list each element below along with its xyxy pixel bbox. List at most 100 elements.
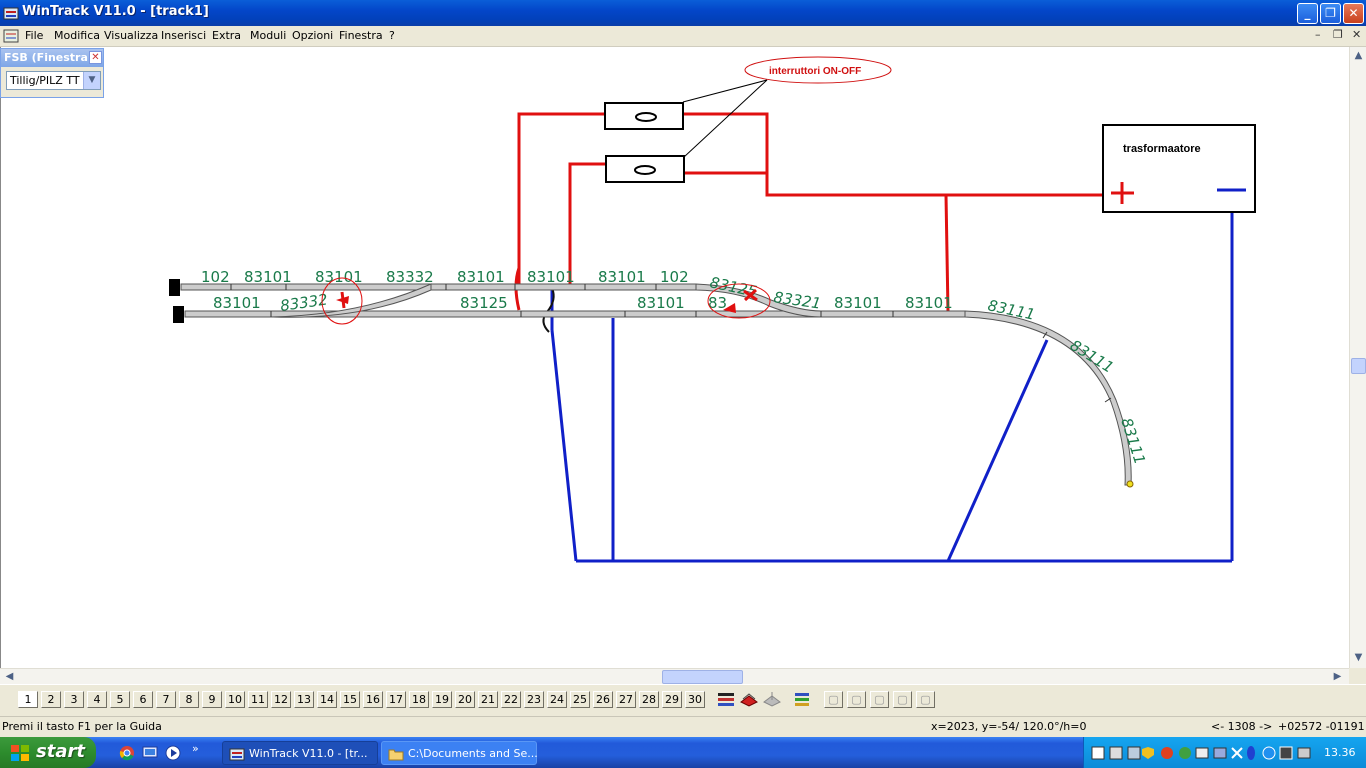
- track-label: 83332: [386, 268, 434, 286]
- negative-wiring: [550, 212, 1234, 563]
- status-coordinates: x=2023, y=-54/ 120.0°/h=0: [931, 720, 1087, 733]
- page-button-11[interactable]: 11: [248, 691, 268, 708]
- page-button-2[interactable]: 2: [41, 691, 61, 708]
- fsb-title-bar[interactable]: FSB (Finestra... ✕: [1, 49, 103, 67]
- page-button-22[interactable]: 22: [501, 691, 521, 708]
- app-icon[interactable]: [3, 5, 19, 21]
- wintrack-icon: [229, 748, 245, 761]
- page-button-5[interactable]: 5: [110, 691, 130, 708]
- page-button-27[interactable]: 27: [616, 691, 636, 708]
- switch-box-1[interactable]: [604, 102, 684, 130]
- track-label: 83101: [637, 294, 685, 312]
- page-button-8[interactable]: 8: [179, 691, 199, 708]
- media-player-icon[interactable]: [165, 745, 181, 761]
- track-system-select[interactable]: Tillig/PILZ TT I ▼: [6, 71, 101, 90]
- menu-file[interactable]: File: [25, 29, 43, 42]
- drawing-canvas[interactable]: interruttori ON-OFF trasformaatore 102 8…: [0, 47, 1350, 668]
- page-button-15[interactable]: 15: [340, 691, 360, 708]
- layers-icon[interactable]: [716, 690, 736, 709]
- taskbar-item-wintrack[interactable]: WinTrack V11.0 - [tr...: [222, 741, 378, 765]
- page-button-21[interactable]: 21: [478, 691, 498, 708]
- turnout-cross-1: [340, 291, 346, 309]
- layout-drawing[interactable]: interruttori ON-OFF trasformaatore 102 8…: [1, 47, 1350, 668]
- page-button-13[interactable]: 13: [294, 691, 314, 708]
- track-label: 83101: [834, 294, 882, 312]
- page-button-14[interactable]: 14: [317, 691, 337, 708]
- scroll-left-icon[interactable]: ◀: [2, 670, 17, 684]
- taskbar-item-label: WinTrack V11.0 - [tr...: [249, 747, 368, 760]
- scrollbar-corner: [1349, 668, 1366, 684]
- layer-gray-icon[interactable]: [762, 690, 782, 709]
- page-button-18[interactable]: 18: [409, 691, 429, 708]
- menu-moduli[interactable]: Moduli: [250, 29, 286, 42]
- horizontal-scrollbar[interactable]: ◀ ▶: [0, 668, 1349, 685]
- scroll-up-icon[interactable]: ▲: [1351, 49, 1366, 63]
- horizontal-scroll-thumb[interactable]: [662, 670, 743, 684]
- page-button-26[interactable]: 26: [593, 691, 613, 708]
- view-5-icon[interactable]: ▢: [916, 691, 935, 708]
- fsb-toolbox-window[interactable]: FSB (Finestra... ✕ Tillig/PILZ TT I ▼: [0, 48, 104, 98]
- desktop-icon[interactable]: [142, 745, 158, 761]
- callout-label: interruttori ON-OFF: [769, 66, 861, 77]
- view-4-icon[interactable]: ▢: [893, 691, 912, 708]
- menu-finestra[interactable]: Finestra: [339, 29, 383, 42]
- menu-extra[interactable]: Extra: [212, 29, 241, 42]
- status-offset: +02572 -01191: [1278, 720, 1365, 733]
- page-button-1[interactable]: 1: [18, 691, 38, 708]
- page-button-3[interactable]: 3: [64, 691, 84, 708]
- view-2-icon[interactable]: ▢: [847, 691, 866, 708]
- mdi-minimize-button[interactable]: –: [1315, 28, 1321, 41]
- switch-box-2[interactable]: [605, 155, 685, 183]
- page-button-10[interactable]: 10: [225, 691, 245, 708]
- scroll-right-icon[interactable]: ▶: [1330, 670, 1345, 684]
- taskbar-item-explorer[interactable]: C:\Documents and Se...: [381, 741, 538, 765]
- page-button-17[interactable]: 17: [386, 691, 406, 708]
- view-1-icon[interactable]: ▢: [824, 691, 843, 708]
- menu-visualizza[interactable]: Visualizza: [104, 29, 158, 42]
- chrome-icon[interactable]: [119, 745, 135, 761]
- page-button-6[interactable]: 6: [133, 691, 153, 708]
- chevron-down-icon[interactable]: ▼: [83, 72, 100, 89]
- page-button-12[interactable]: 12: [271, 691, 291, 708]
- track-label: 83101: [905, 294, 953, 312]
- page-button-19[interactable]: 19: [432, 691, 452, 708]
- vertical-scrollbar[interactable]: ▲ ▼: [1349, 47, 1366, 668]
- minimize-button[interactable]: _: [1297, 3, 1318, 24]
- status-bar: [0, 716, 1366, 737]
- page-button-30[interactable]: 30: [685, 691, 705, 708]
- document-icon[interactable]: [3, 28, 19, 44]
- page-button-7[interactable]: 7: [156, 691, 176, 708]
- vertical-scroll-thumb[interactable]: [1351, 358, 1366, 374]
- track-endpoint[interactable]: [1126, 480, 1134, 488]
- page-button-29[interactable]: 29: [662, 691, 682, 708]
- close-button[interactable]: ✕: [1343, 3, 1364, 24]
- transformer-box[interactable]: [1102, 124, 1256, 213]
- view-3-icon[interactable]: ▢: [870, 691, 889, 708]
- page-button-20[interactable]: 20: [455, 691, 475, 708]
- folder-icon: [388, 749, 404, 761]
- fsb-close-icon[interactable]: ✕: [89, 51, 102, 64]
- menu-inserisci[interactable]: Inserisci: [161, 29, 206, 42]
- tray-icons[interactable]: [1090, 745, 1320, 761]
- menu-opzioni[interactable]: Opzioni: [292, 29, 333, 42]
- page-button-25[interactable]: 25: [570, 691, 590, 708]
- menu-help[interactable]: ?: [389, 29, 395, 42]
- buffer-stop-bottom: [173, 306, 184, 323]
- page-button-9[interactable]: 9: [202, 691, 222, 708]
- layer-red-icon[interactable]: [739, 690, 759, 709]
- scroll-down-icon[interactable]: ▼: [1351, 651, 1366, 665]
- page-button-23[interactable]: 23: [524, 691, 544, 708]
- page-button-16[interactable]: 16: [363, 691, 383, 708]
- page-button-24[interactable]: 24: [547, 691, 567, 708]
- maximize-button[interactable]: ❐: [1320, 3, 1341, 24]
- track-label: 83111: [1067, 336, 1117, 377]
- mdi-close-button[interactable]: ✕: [1352, 28, 1361, 41]
- layer-stack-icon[interactable]: [792, 690, 812, 709]
- fsb-title: FSB (Finestra...: [4, 51, 101, 64]
- menu-modifica[interactable]: Modifica: [54, 29, 100, 42]
- start-button[interactable]: start: [0, 737, 96, 768]
- mdi-restore-button[interactable]: ❐: [1333, 28, 1343, 41]
- quicklaunch-more-icon[interactable]: »: [192, 742, 199, 755]
- page-button-4[interactable]: 4: [87, 691, 107, 708]
- page-button-28[interactable]: 28: [639, 691, 659, 708]
